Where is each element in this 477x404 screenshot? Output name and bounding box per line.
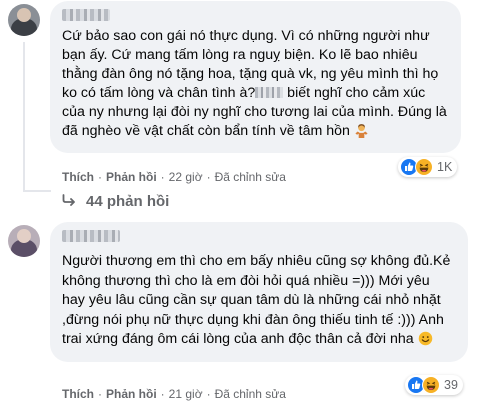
- comment-time[interactable]: 21 giờ: [169, 387, 203, 401]
- reply-action[interactable]: Phản hồi: [106, 170, 157, 184]
- haha-reaction-icon: [415, 158, 433, 176]
- commenter-avatar[interactable]: [8, 225, 40, 257]
- reaction-count: 39: [444, 378, 458, 392]
- commenter-avatar[interactable]: [8, 4, 40, 36]
- comment-text: Người thương em thì cho em bấy nhiêu cũn…: [62, 252, 456, 353]
- redacted-text: [255, 87, 284, 98]
- smiling-face-emoji: [418, 331, 433, 353]
- replies-count-label: 44 phản hồi: [86, 193, 170, 210]
- comment-time[interactable]: 22 giờ: [169, 170, 203, 184]
- thread-line: [23, 42, 25, 192]
- reply-arrow-icon: [62, 193, 76, 210]
- comment-bubble: Cứ bảo sao con gái nó thực dụng. Vì có n…: [50, 1, 461, 153]
- separator: ·: [206, 170, 211, 184]
- thread-branch-line: [23, 190, 51, 192]
- comment-bubble: Người thương em thì cho em bấy nhiêu cũn…: [50, 222, 468, 362]
- commenter-name-redacted[interactable]: [62, 230, 120, 242]
- separator: ·: [160, 387, 165, 401]
- comment-actions: Thích · Phản hồi · 21 giờ · Đã chỉnh sửa: [62, 387, 286, 401]
- commenter-name-redacted[interactable]: [62, 9, 110, 21]
- reply-action[interactable]: Phản hồi: [106, 387, 157, 401]
- reaction-summary[interactable]: 39: [405, 375, 463, 395]
- edited-label: Đã chỉnh sửa: [214, 170, 286, 184]
- separator: ·: [206, 387, 211, 401]
- person-shrugging-emoji: [354, 123, 369, 144]
- like-action[interactable]: Thích: [62, 170, 94, 184]
- comment-actions: Thích · Phản hồi · 22 giờ · Đã chỉnh sửa: [62, 170, 286, 184]
- separator: ·: [160, 170, 165, 184]
- haha-reaction-icon: [422, 376, 440, 394]
- like-action[interactable]: Thích: [62, 387, 94, 401]
- view-replies-link[interactable]: 44 phản hồi: [62, 193, 169, 210]
- reaction-count: 1K: [437, 160, 453, 174]
- comment-text: Cứ bảo sao con gái nó thực dụng. Vì có n…: [62, 27, 449, 144]
- separator: ·: [98, 170, 102, 184]
- reaction-summary[interactable]: 1K: [398, 157, 458, 177]
- edited-label: Đã chỉnh sửa: [214, 387, 286, 401]
- separator: ·: [98, 387, 102, 401]
